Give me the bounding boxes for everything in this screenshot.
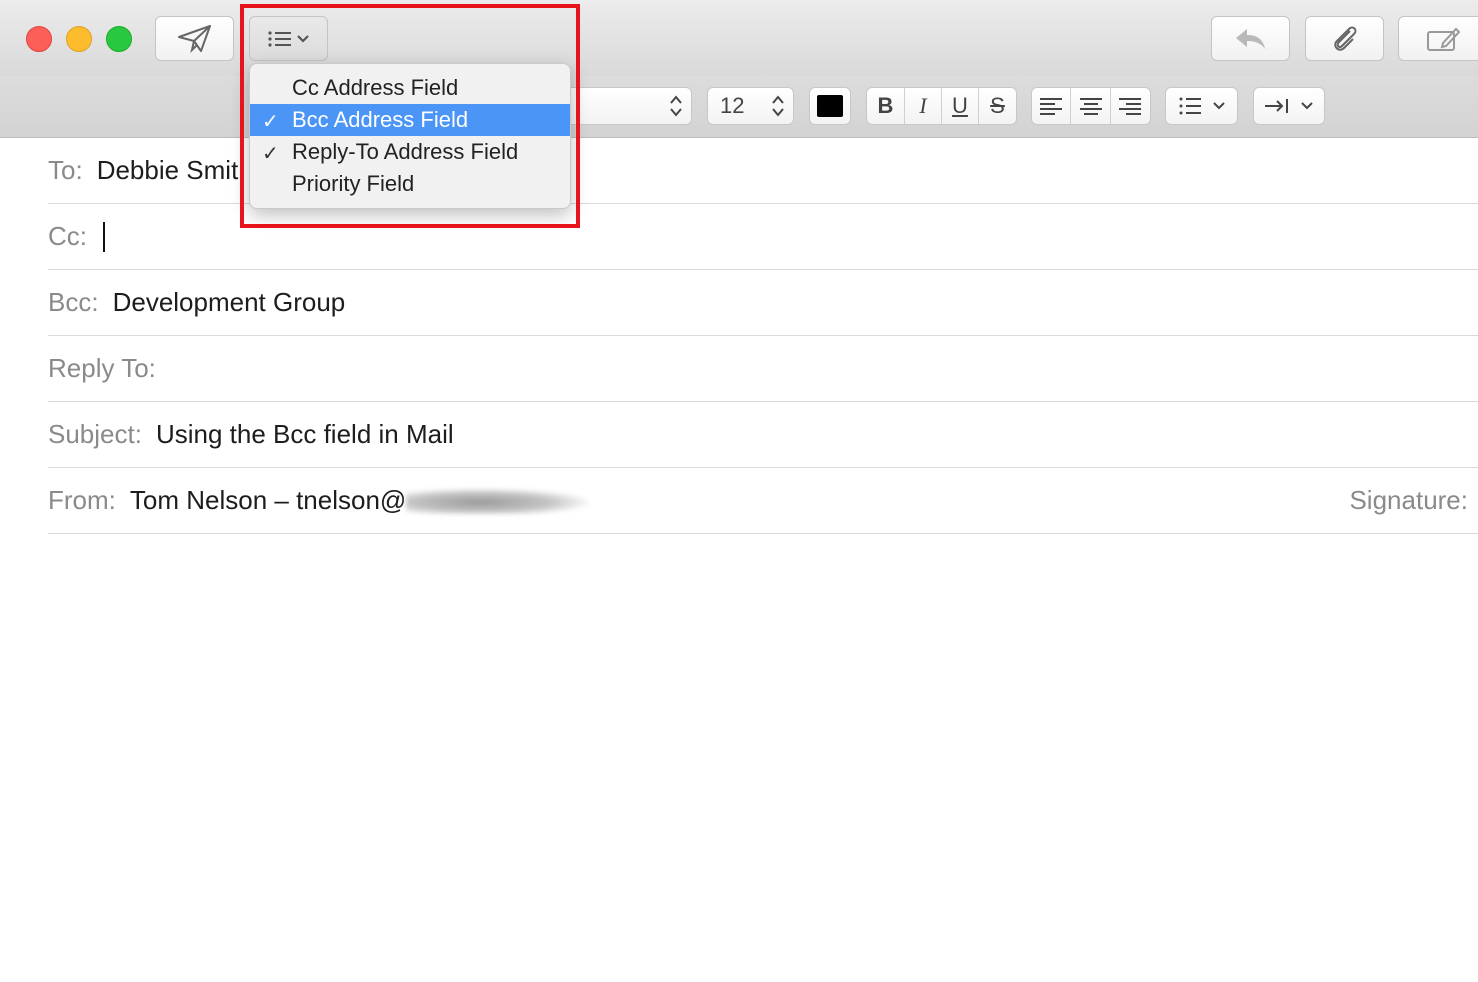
from-account-select[interactable]: Tom Nelson – tnelson@ [130, 485, 406, 516]
format-bar: 12 B I U S [0, 76, 1478, 138]
text-color-swatch [817, 95, 843, 117]
subject-label: Subject: [48, 419, 142, 449]
minimize-window-button[interactable] [66, 26, 92, 52]
menu-item-reply-to-address-field[interactable]: ✓ Reply-To Address Field [250, 136, 570, 168]
up-down-arrows-icon [772, 95, 784, 117]
underline-button[interactable]: U [942, 88, 979, 124]
alignment-group [1031, 87, 1151, 125]
align-left-icon [1040, 98, 1063, 115]
bold-button[interactable]: B [867, 88, 905, 124]
font-size-select[interactable]: 12 [707, 87, 794, 125]
paper-plane-icon [177, 24, 211, 53]
text-color-button[interactable] [809, 87, 851, 125]
align-right-button[interactable] [1111, 88, 1150, 124]
header-fields-menu: Cc Address Field ✓ Bcc Address Field ✓ R… [249, 63, 571, 209]
menu-item-priority-field[interactable]: Priority Field [250, 168, 570, 200]
text-cursor [103, 221, 105, 252]
redacted-email-domain [406, 487, 592, 514]
subject-field-row[interactable]: Subject: Using the Bcc field in Mail [48, 402, 1478, 468]
bcc-recipient[interactable]: Development Group [113, 287, 346, 318]
reply-button[interactable] [1211, 16, 1290, 61]
checkmark-icon: ✓ [262, 111, 279, 133]
to-recipient[interactable]: Debbie Smit [97, 155, 239, 186]
signature-label: Signature: [1349, 485, 1468, 515]
reply-arrow-icon [1235, 28, 1265, 49]
zoom-window-button[interactable] [106, 26, 132, 52]
up-down-arrows-icon [670, 95, 682, 117]
close-window-button[interactable] [26, 26, 52, 52]
markup-button[interactable] [1398, 16, 1478, 61]
header-fields-menu-button[interactable] [249, 16, 328, 61]
align-center-button[interactable] [1071, 88, 1111, 124]
strikethrough-button[interactable]: S [979, 88, 1016, 124]
align-center-icon [1079, 98, 1102, 115]
list-icon [267, 30, 291, 47]
bcc-field-row[interactable]: Bcc: Development Group [48, 270, 1478, 336]
menu-item-bcc-address-field[interactable]: ✓ Bcc Address Field [250, 104, 570, 136]
from-label: From: [48, 485, 116, 515]
indent-icon [1265, 99, 1288, 113]
reply-to-field-row[interactable]: Reply To: [48, 336, 1478, 402]
cc-label: Cc: [48, 221, 87, 251]
window-toolbar [0, 0, 1478, 76]
chevron-down-icon [296, 34, 309, 43]
align-left-button[interactable] [1032, 88, 1072, 124]
reply-to-label: Reply To: [48, 353, 156, 383]
message-body[interactable] [0, 534, 1478, 982]
list-style-select[interactable] [1165, 87, 1238, 125]
checkmark-icon: ✓ [262, 143, 279, 165]
text-style-group: B I U S [866, 87, 1017, 125]
chevron-down-icon [1212, 102, 1225, 110]
chevron-down-icon [1301, 102, 1313, 110]
attach-button[interactable] [1305, 16, 1384, 61]
bulleted-list-icon [1179, 97, 1201, 115]
indent-select[interactable] [1253, 87, 1325, 125]
compose-icon [1427, 27, 1461, 51]
menu-item-cc-address-field[interactable]: Cc Address Field [250, 72, 570, 104]
italic-button[interactable]: I [905, 88, 942, 124]
align-right-icon [1119, 98, 1142, 115]
paperclip-icon [1333, 26, 1356, 51]
from-field-row: From: Tom Nelson – tnelson@ Signature: [48, 468, 1478, 534]
cc-field-row[interactable]: Cc: [48, 204, 1478, 270]
subject-input[interactable]: Using the Bcc field in Mail [156, 419, 454, 450]
send-button[interactable] [155, 16, 234, 61]
to-label: To: [48, 155, 83, 185]
bcc-label: Bcc: [48, 287, 99, 317]
font-family-select[interactable] [560, 87, 692, 125]
font-size-value: 12 [720, 93, 745, 118]
